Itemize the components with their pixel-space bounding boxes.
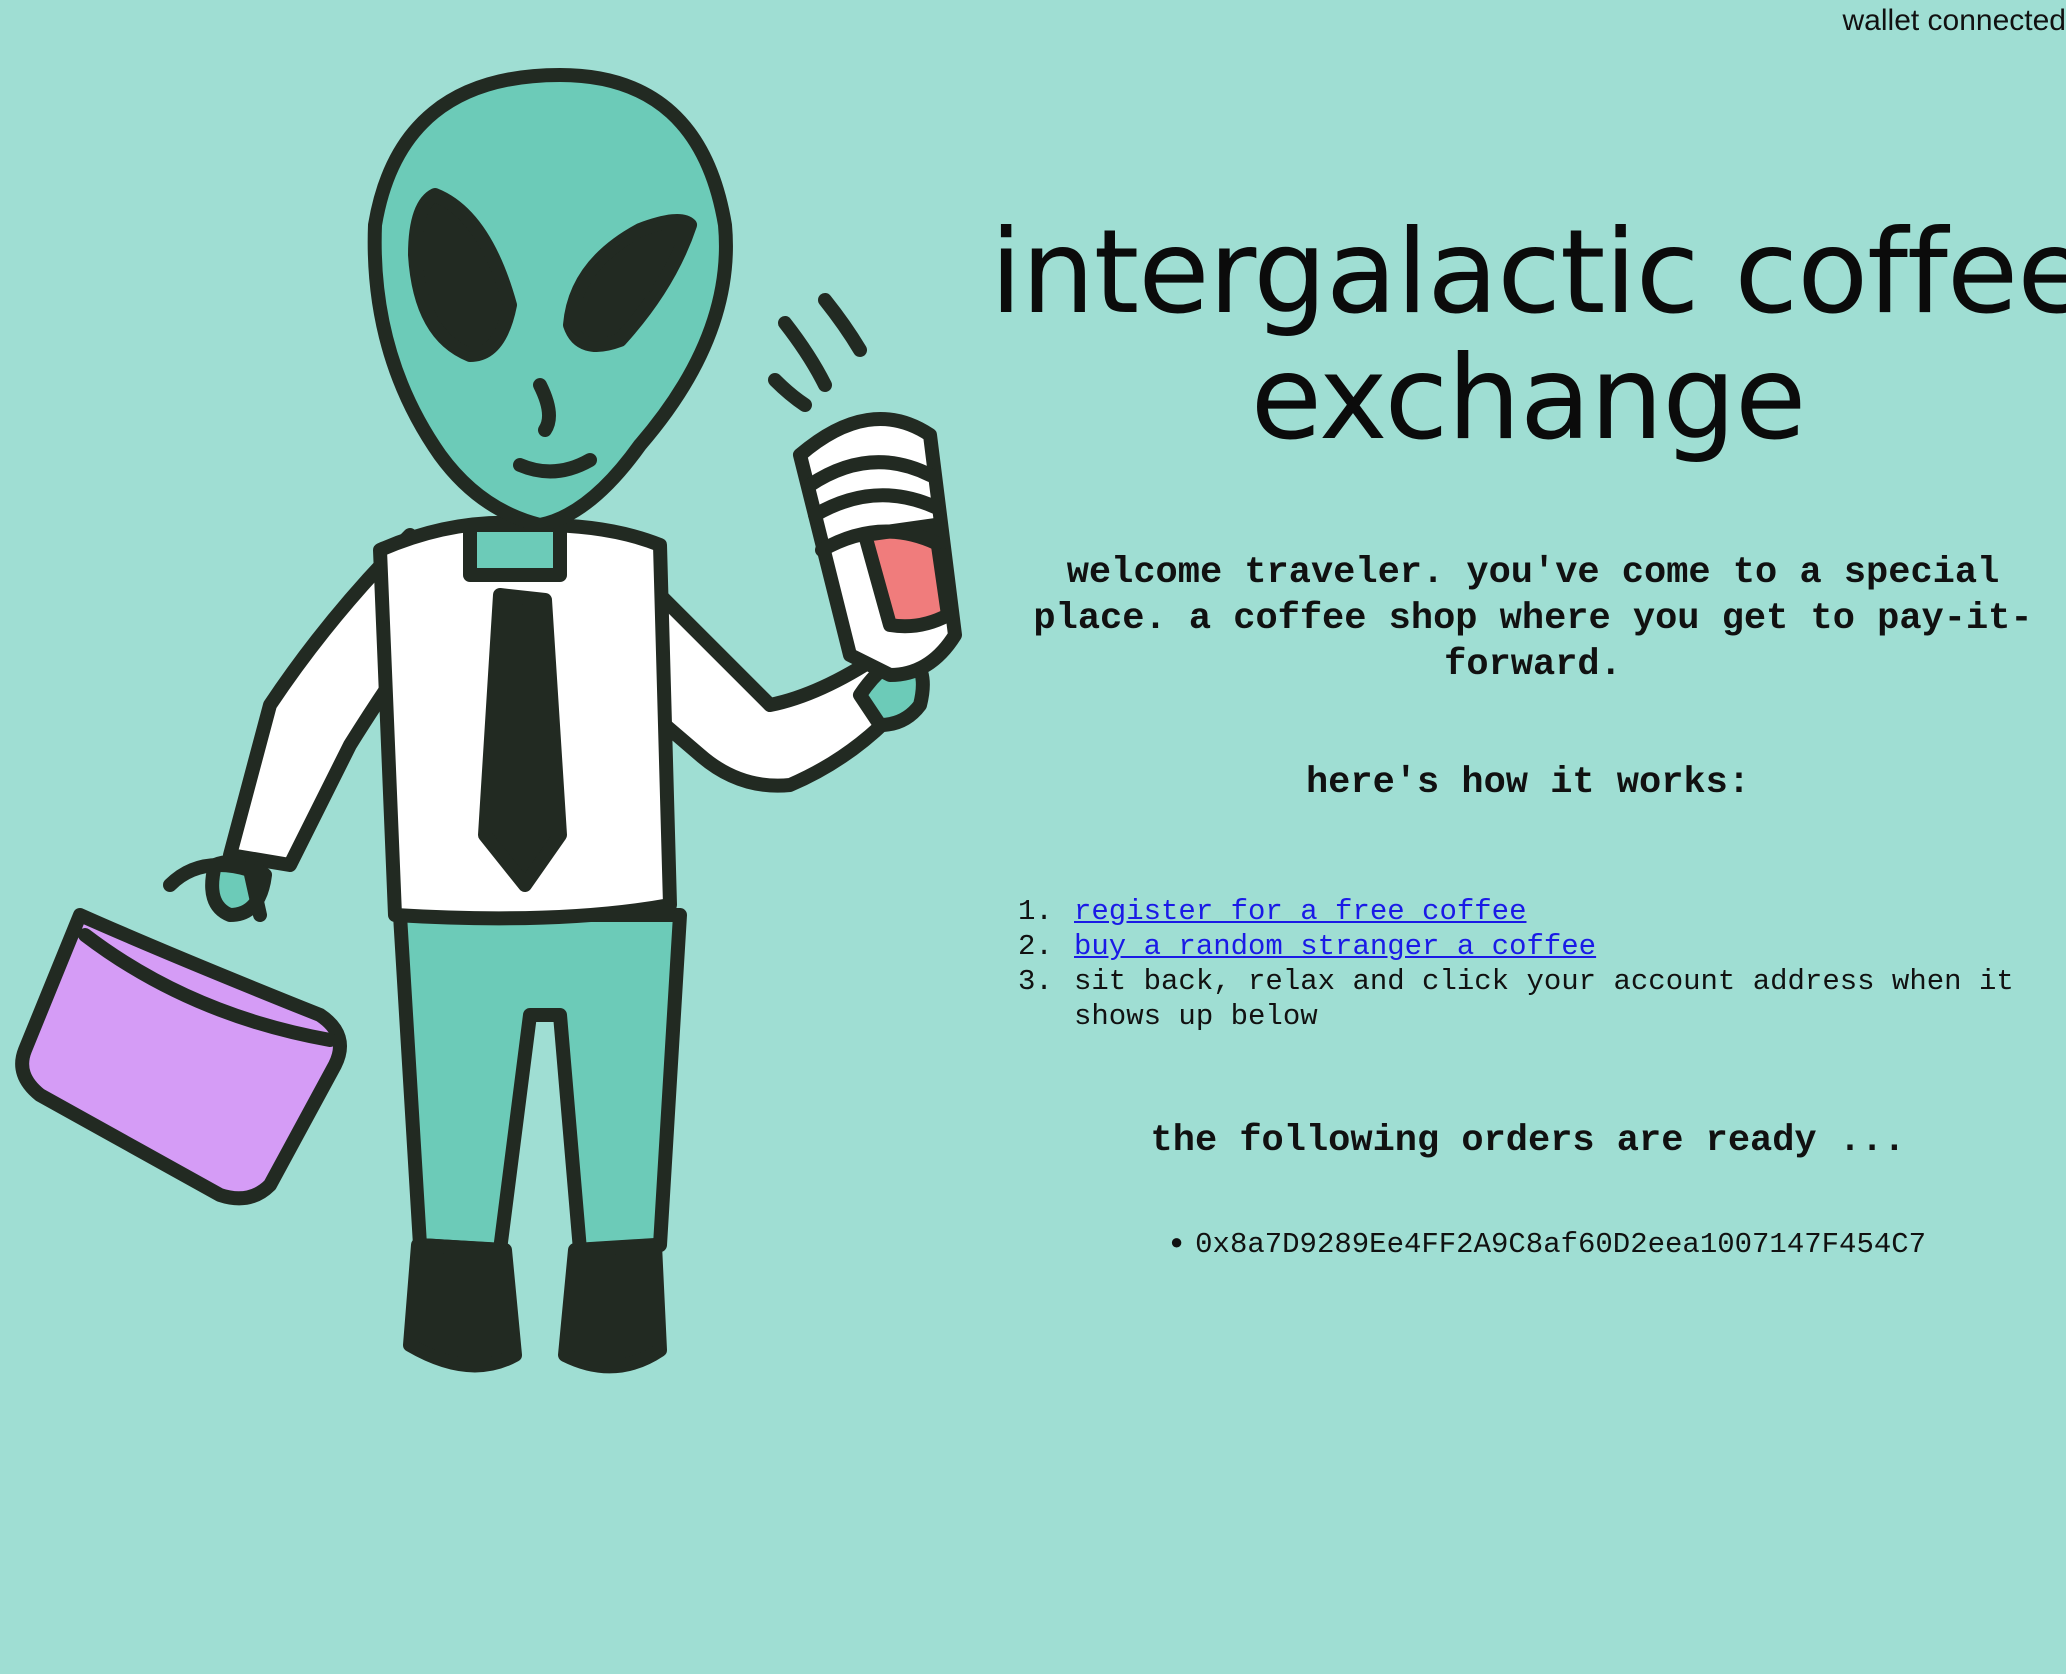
step-number: 1. <box>1018 895 1053 928</box>
step-item: 3. sit back, relax and click your accoun… <box>1018 964 2060 1034</box>
page-title: intergalactic coffee exchange <box>990 210 2066 462</box>
step-text: sit back, relax and click your account a… <box>1074 965 2014 1033</box>
welcome-message: welcome traveler. you've come to a speci… <box>1033 552 2033 686</box>
step-item: 2. buy a random stranger a coffee <box>1018 929 2060 964</box>
orders-list: ● 0x8a7D9289Ee4FF2A9C8af60D2eea1007147F45… <box>990 1226 2066 1262</box>
page-title-line-1: intergalactic coffee <box>990 205 2066 340</box>
register-free-coffee-link[interactable]: register for a free coffee <box>1074 895 1526 928</box>
buy-stranger-coffee-link[interactable]: buy a random stranger a coffee <box>1074 930 1596 963</box>
main-content: intergalactic coffee exchange welcome tr… <box>990 210 2066 1262</box>
steps-list: 1. register for a free coffee 2. buy a r… <box>990 894 2066 1034</box>
orders-ready-heading: the following orders are ready ... <box>1150 1120 1906 1162</box>
step-item: 1. register for a free coffee <box>1018 894 2060 929</box>
step-number: 3. <box>1018 965 1053 998</box>
alien-with-coffee-and-briefcase-illustration <box>15 68 962 1374</box>
step-number: 2. <box>1018 930 1053 963</box>
wallet-status: wallet connected <box>1842 4 2066 37</box>
page-title-line-2: exchange <box>1250 331 1807 466</box>
how-it-works-heading: here's how it works: <box>1305 762 1751 804</box>
order-address-item[interactable]: ● 0x8a7D9289Ee4FF2A9C8af60D2eea1007147F45… <box>1170 1226 1926 1262</box>
bullet-icon: ● <box>1169 1231 1184 1256</box>
order-address[interactable]: 0x8a7D9289Ee4FF2A9C8af60D2eea1007147F454… <box>1195 1228 1926 1261</box>
